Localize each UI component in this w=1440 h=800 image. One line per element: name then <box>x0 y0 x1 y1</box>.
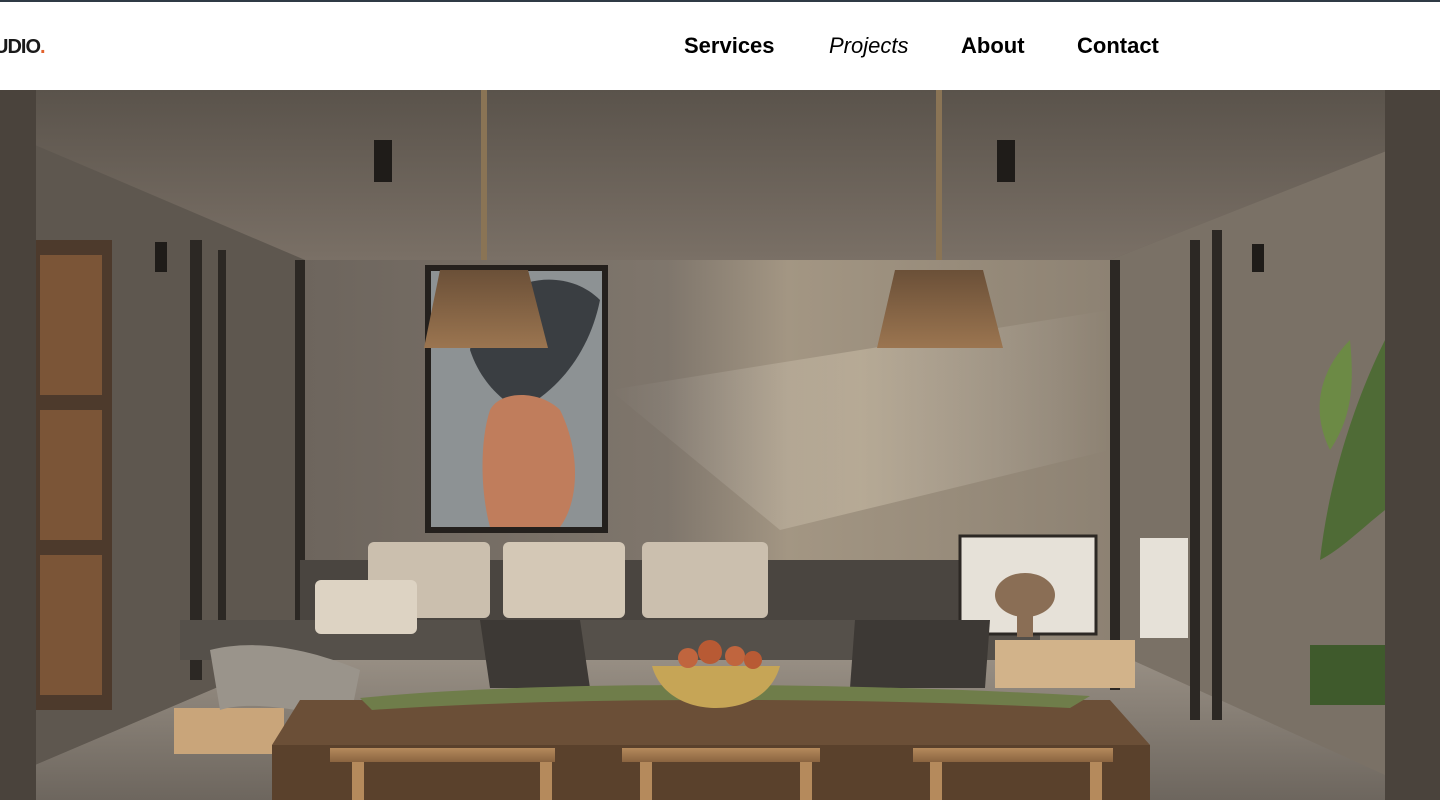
nav-about-link[interactable]: About <box>961 32 1025 60</box>
logo-dot: . <box>40 36 45 58</box>
nav-projects-link[interactable]: Projects <box>829 32 908 60</box>
hero-interior-illustration <box>0 90 1440 800</box>
site-header: UDIO. Services Projects About Contact <box>0 2 1440 90</box>
nav-services-link[interactable]: Services <box>684 32 775 60</box>
hero-image <box>0 90 1440 800</box>
nav-contact-link[interactable]: Contact <box>1077 32 1159 60</box>
logo-text: UDIO <box>0 36 41 58</box>
studio-logo[interactable]: UDIO. <box>0 36 45 59</box>
